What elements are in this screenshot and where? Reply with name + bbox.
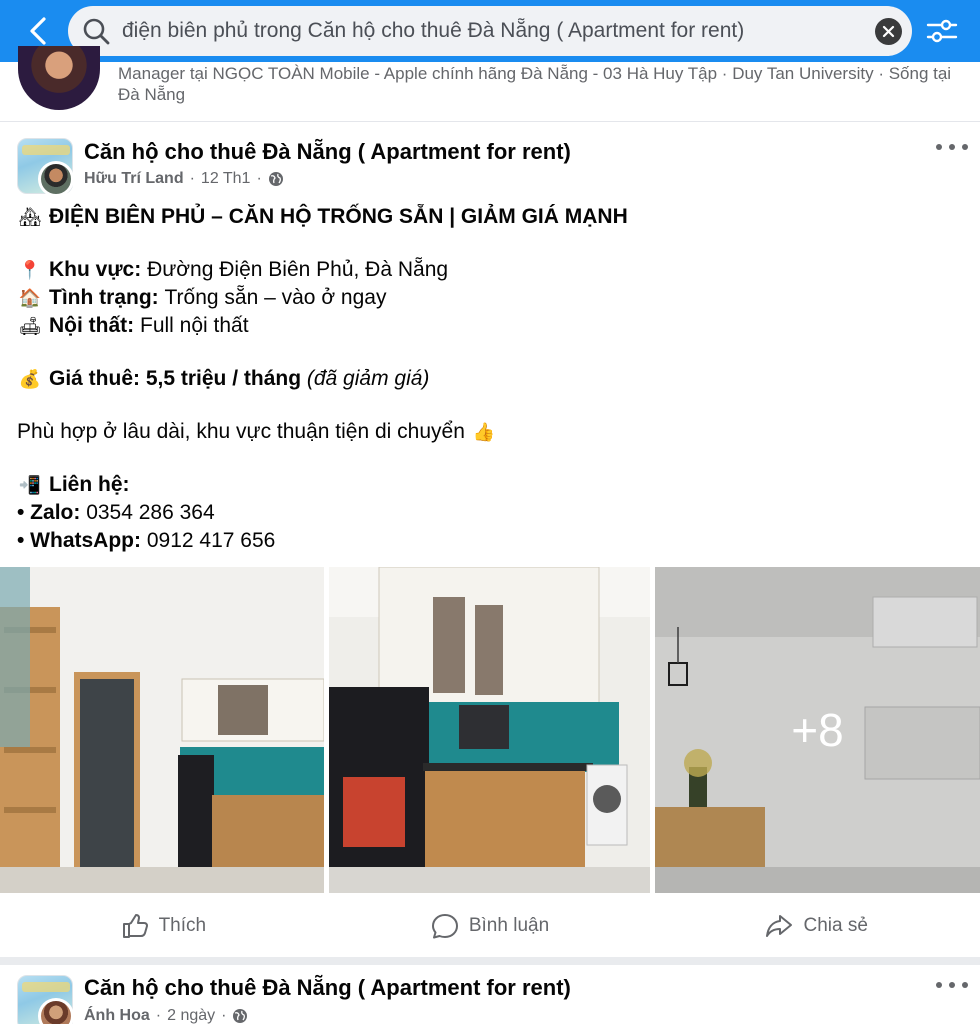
- author-name-link[interactable]: Ánh Hoa: [84, 1007, 150, 1024]
- house-emoji: 🏠: [18, 288, 42, 308]
- houses-emoji: 🏘: [18, 207, 42, 227]
- filter-sliders-icon: [926, 19, 958, 43]
- more-options-button[interactable]: [936, 975, 968, 995]
- price-label: Giá thuê: 5,5 triệu / tháng: [49, 367, 302, 390]
- previous-result-subtitle: Manager tại NGỌC TOÀN Mobile - Apple chí…: [118, 64, 952, 104]
- apartment-photo[interactable]: +8: [655, 567, 980, 893]
- previous-result-row[interactable]: Manager tại NGỌC TOÀN Mobile - Apple chí…: [0, 46, 980, 122]
- chevron-left-icon: [30, 17, 46, 45]
- comment-icon: [431, 914, 458, 939]
- post-date[interactable]: 2 ngày: [167, 1007, 215, 1024]
- photo-grid: +8: [0, 567, 980, 893]
- status-label: Tình trạng:: [49, 286, 159, 309]
- meta-separator: ·: [155, 1007, 162, 1024]
- globe-icon: [233, 1009, 248, 1023]
- furniture-value: Full nội thất: [140, 314, 249, 337]
- top-search-bar: điện biên phủ trong Căn hộ cho thuê Đà N…: [0, 0, 980, 62]
- more-options-button[interactable]: [936, 137, 968, 157]
- comment-button[interactable]: Bình luận: [327, 897, 654, 955]
- back-button[interactable]: [22, 14, 54, 48]
- meta-separator: ·: [256, 170, 262, 187]
- author-avatar[interactable]: [38, 161, 74, 197]
- contact-label: Liên hệ:: [49, 473, 130, 496]
- avatar[interactable]: [18, 46, 100, 110]
- pin-emoji: 📍: [18, 260, 42, 280]
- globe-icon: [268, 172, 283, 186]
- sofa-emoji: 🛋: [18, 316, 42, 336]
- filter-button[interactable]: [924, 14, 960, 48]
- group-post: Căn hộ cho thuê Đà Nẵng ( Apartment for …: [0, 957, 980, 1024]
- close-icon: [882, 25, 895, 38]
- clear-search-button[interactable]: [875, 18, 902, 45]
- apartment-photo[interactable]: [0, 567, 324, 893]
- more-photos-count[interactable]: +8: [655, 567, 980, 893]
- whatsapp-number[interactable]: 0912 417 656: [147, 527, 275, 555]
- group-post: Căn hộ cho thuê Đà Nẵng ( Apartment for …: [0, 123, 980, 955]
- share-label: Chia sẻ: [803, 915, 868, 936]
- search-query[interactable]: điện biên phủ trong Căn hộ cho thuê Đà N…: [122, 6, 744, 56]
- area-value: Đường Điện Biên Phủ, Đà Nẵng: [147, 258, 449, 281]
- comment-label: Bình luận: [468, 915, 550, 936]
- post-meta: Hữu Trí Land · 12 Th1 ·: [84, 170, 284, 188]
- furniture-label: Nội thất:: [49, 314, 135, 337]
- phone-emoji: 📲: [18, 475, 42, 495]
- zalo-number[interactable]: 0354 286 364: [86, 499, 214, 527]
- share-icon: [766, 915, 793, 937]
- meta-separator: ·: [221, 1007, 227, 1024]
- post-headline: ĐIỆN BIÊN PHỦ – CĂN HỘ TRỐNG SẴN | GIẢM …: [49, 205, 628, 228]
- post-date[interactable]: 12 Th1: [201, 170, 251, 188]
- zalo-label: • Zalo:: [17, 501, 81, 524]
- author-name-link[interactable]: Hữu Trí Land: [84, 170, 184, 188]
- apartment-photo[interactable]: [329, 567, 650, 893]
- whatsapp-label: • WhatsApp:: [17, 529, 142, 552]
- share-button[interactable]: Chia sẻ: [653, 897, 980, 955]
- suitability-text: Phù hợp ở lâu dài, khu vực thuận tiện di…: [17, 420, 465, 443]
- search-icon: [83, 18, 110, 45]
- group-name-link[interactable]: Căn hộ cho thuê Đà Nẵng ( Apartment for …: [84, 139, 571, 165]
- group-name-link[interactable]: Căn hộ cho thuê Đà Nẵng ( Apartment for …: [84, 975, 571, 1001]
- price-note: (đã giảm giá): [306, 367, 430, 390]
- moneybag-emoji: 💰: [18, 369, 42, 389]
- area-label: Khu vực:: [49, 258, 142, 281]
- like-button[interactable]: Thích: [0, 897, 327, 955]
- post-meta: Ánh Hoa · 2 ngày ·: [84, 1007, 248, 1024]
- post-body: 🏘 ĐIỆN BIÊN PHỦ – CĂN HỘ TRỐNG SẴN | GIẢM…: [17, 203, 957, 555]
- like-label: Thích: [158, 915, 207, 936]
- status-value: Trống sẵn – vào ở ngay: [164, 286, 387, 309]
- thumbs-up-icon: [122, 914, 148, 938]
- meta-separator: ·: [189, 170, 195, 187]
- search-input[interactable]: điện biên phủ trong Căn hộ cho thuê Đà N…: [68, 6, 912, 56]
- thumbs-up-emoji: 👍: [472, 422, 495, 442]
- post-actions: Thích Bình luận Chia sẻ: [0, 897, 980, 955]
